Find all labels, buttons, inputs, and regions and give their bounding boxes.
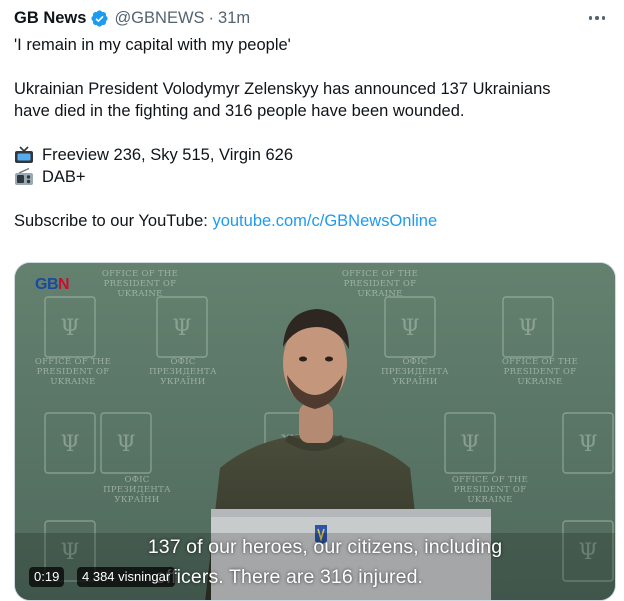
svg-text:Ψ: Ψ (578, 432, 597, 457)
radio-line: DAB+ (14, 166, 614, 188)
television-icon (14, 146, 36, 164)
author-handle[interactable]: @GBNEWS (114, 9, 204, 28)
wall-label-ua-right: ОФІС ПРЕЗИДЕНТА УКРАЇНИ (381, 357, 449, 387)
video-player[interactable]: Ψ Ψ Ψ Ψ Ψ Ψ Ψ Ψ Ψ Ψ Ψ (14, 262, 616, 601)
wall-label-en-right: OFFICE OF THE PRESIDENT OF UKRAINE (501, 357, 579, 387)
wall-label-en-low: OFFICE OF THE PRESIDENT OF UKRAINE (451, 475, 529, 505)
tweet[interactable]: GB News @GBNEWS · 31m 'I remain in my ca… (0, 0, 624, 601)
svg-text:Ψ: Ψ (60, 316, 79, 341)
subscribe-line: Subscribe to our YouTube: youtube.com/c/… (14, 210, 614, 232)
subtitle-line-1: 137 of our heroes, our citizens, includi… (147, 536, 503, 558)
wall-label-en-top: OFFICE OF THE PRESIDENT OF UKRAINE (101, 269, 179, 299)
verified-badge-icon (90, 9, 109, 28)
tweet-text: 'I remain in my capital with my people' … (14, 34, 614, 232)
wall-label-ua-left: ОФІС ПРЕЗИДЕНТА УКРАЇНИ (149, 357, 217, 387)
svg-text:Ψ: Ψ (116, 432, 135, 457)
quote-line: 'I remain in my capital with my people' (14, 36, 291, 54)
svg-text:Ψ: Ψ (400, 316, 419, 341)
subtitle-line-2: officers. There are 316 injured. (155, 566, 424, 588)
body-line-1: Ukrainian President Volodymyr Zelenskyy … (14, 80, 551, 98)
video-elapsed-time: 0:19 (29, 567, 65, 587)
video-view-count: 4 384 visningar (77, 567, 176, 587)
svg-text:Ψ: Ψ (460, 432, 479, 457)
channel-logo-accent: N (58, 276, 70, 293)
subscribe-prefix: Subscribe to our YouTube: (14, 212, 213, 230)
separator-dot: · (208, 8, 215, 27)
wall-label-en-left: OFFICE OF THE PRESIDENT OF UKRAINE (34, 357, 112, 387)
youtube-link[interactable]: youtube.com/c/GBNewsOnline (212, 212, 437, 230)
channel-logo: GB N (31, 276, 73, 294)
svg-text:Ψ: Ψ (60, 432, 79, 457)
body-line-2: have died in the fighting and 316 people… (14, 102, 465, 120)
svg-text:Ψ: Ψ (518, 316, 537, 341)
channel-logo-text: GB (35, 276, 59, 293)
wall-label-en-top-2: OFFICE OF THE PRESIDENT OF UKRAINE (341, 269, 419, 299)
tweet-timestamp[interactable]: 31m (218, 9, 250, 28)
author-name[interactable]: GB News (14, 9, 86, 28)
wall-label-ua-low: ОФІС ПРЕЗИДЕНТА УКРАЇНИ (103, 475, 171, 505)
tv-channels-text: Freeview 236, Sky 515, Virgin 626 (42, 146, 294, 164)
tv-channels-line: Freeview 236, Sky 515, Virgin 626 (14, 144, 614, 166)
tweet-header: GB News @GBNEWS · 31m (14, 6, 612, 30)
radio-icon (14, 168, 36, 186)
radio-text: DAB+ (42, 168, 86, 186)
more-options-icon[interactable] (586, 8, 608, 28)
svg-text:Ψ: Ψ (172, 316, 191, 341)
